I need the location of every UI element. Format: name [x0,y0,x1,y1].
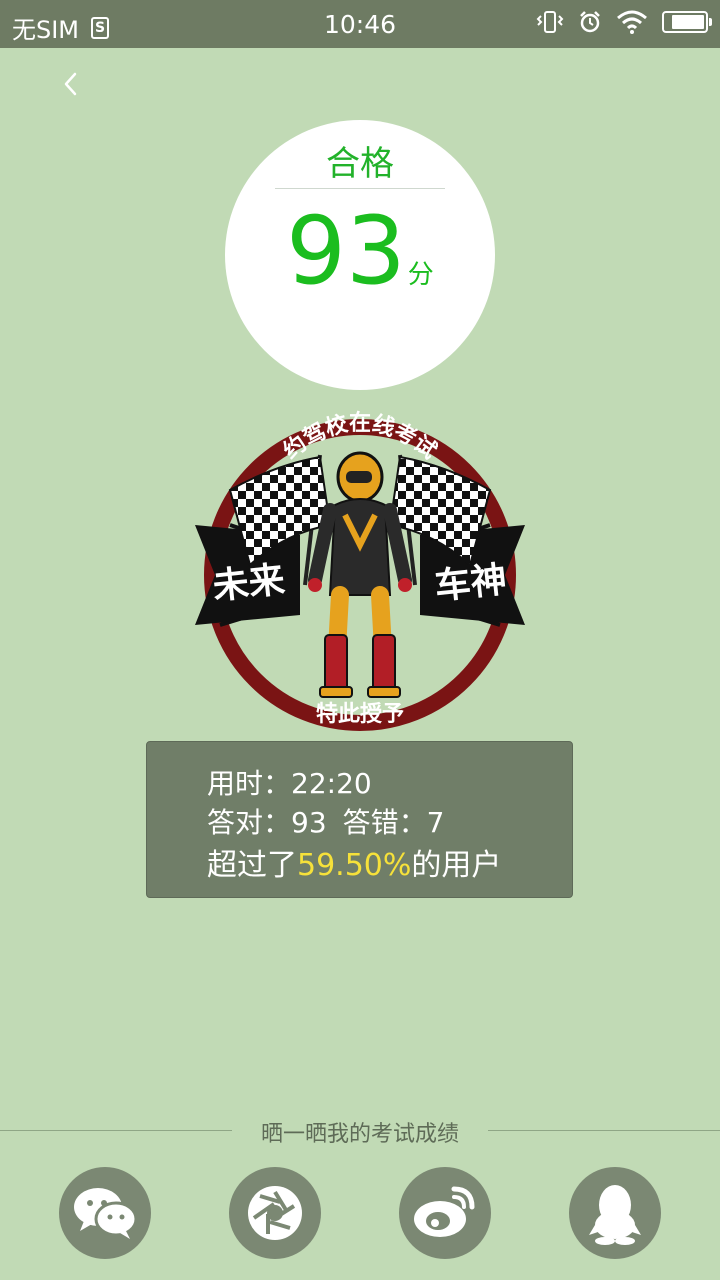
score-unit: 分 [407,260,434,290]
result-label: 合格 [326,144,394,184]
back-button[interactable] [56,66,86,102]
wrong-value: 7 [426,806,445,839]
share-title: 晒一晒我的考试成绩 [260,1122,459,1147]
badge-left-text: 未来 [211,559,287,607]
exam-stats-panel: 用时：22:20 答对：93 答错：7 超过了59.50%的用户 [146,741,573,898]
divider [275,188,445,189]
vibrate-icon [536,11,564,33]
share-moments-button[interactable] [229,1167,321,1259]
chevron-left-icon [64,72,77,96]
time-row: 用时：22:20 [207,762,372,802]
ranking-row: 超过了59.50%的用户 [207,840,501,884]
battery-icon [662,11,712,33]
exceed-prefix: 超过了 [207,848,297,883]
score-value: 93 [286,197,406,306]
correct-label: 答对： [207,806,292,839]
share-wechat-button[interactable] [59,1167,151,1259]
wifi-icon [617,10,647,34]
time-label: 用时： [207,767,292,800]
alarm-icon [580,11,600,33]
qq-penguin-icon [589,1185,641,1245]
battery-level [672,15,704,29]
answers-row: 答对：93 答错：7 [207,801,445,841]
correct-value: 93 [291,806,327,839]
status-bar: 无SIM S 10:46 [0,0,720,48]
aperture-icon [248,1186,302,1240]
exceed-percent: 59.50% [297,848,412,883]
score-card: 合格 93分 [225,120,495,390]
share-qq-button[interactable] [569,1167,661,1259]
badge-right-text: 车神 [433,559,509,607]
exceed-suffix: 的用户 [411,848,502,883]
share-weibo-button[interactable] [399,1167,491,1259]
score-display: 93分 [225,202,495,325]
status-right [536,10,712,34]
weibo-icon [414,1186,475,1237]
wechat-icon [74,1188,138,1239]
wrong-label: 答错： [342,806,427,839]
badge-bottom-text: 特此授予 [316,701,404,727]
time-value: 22:20 [291,767,372,800]
champion-badge: 约驾校在线考试 未来 车神 特此授予 [195,410,525,731]
